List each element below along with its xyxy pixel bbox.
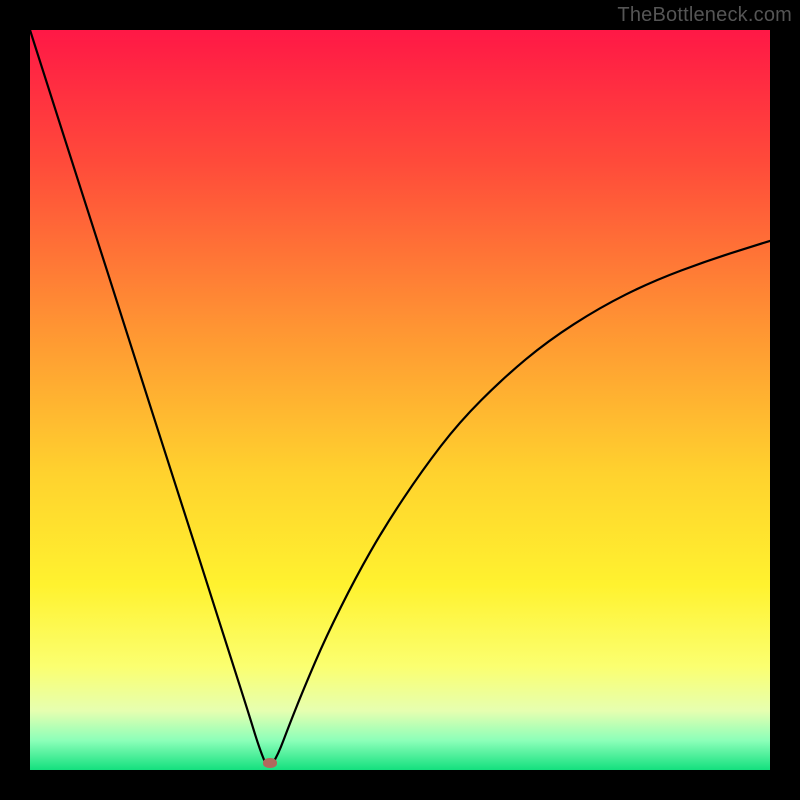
plot-area xyxy=(30,30,770,770)
optimal-point-marker xyxy=(263,758,277,768)
watermark-text: TheBottleneck.com xyxy=(617,4,792,27)
chart-frame: TheBottleneck.com xyxy=(0,0,800,800)
bottleneck-curve xyxy=(30,30,770,770)
